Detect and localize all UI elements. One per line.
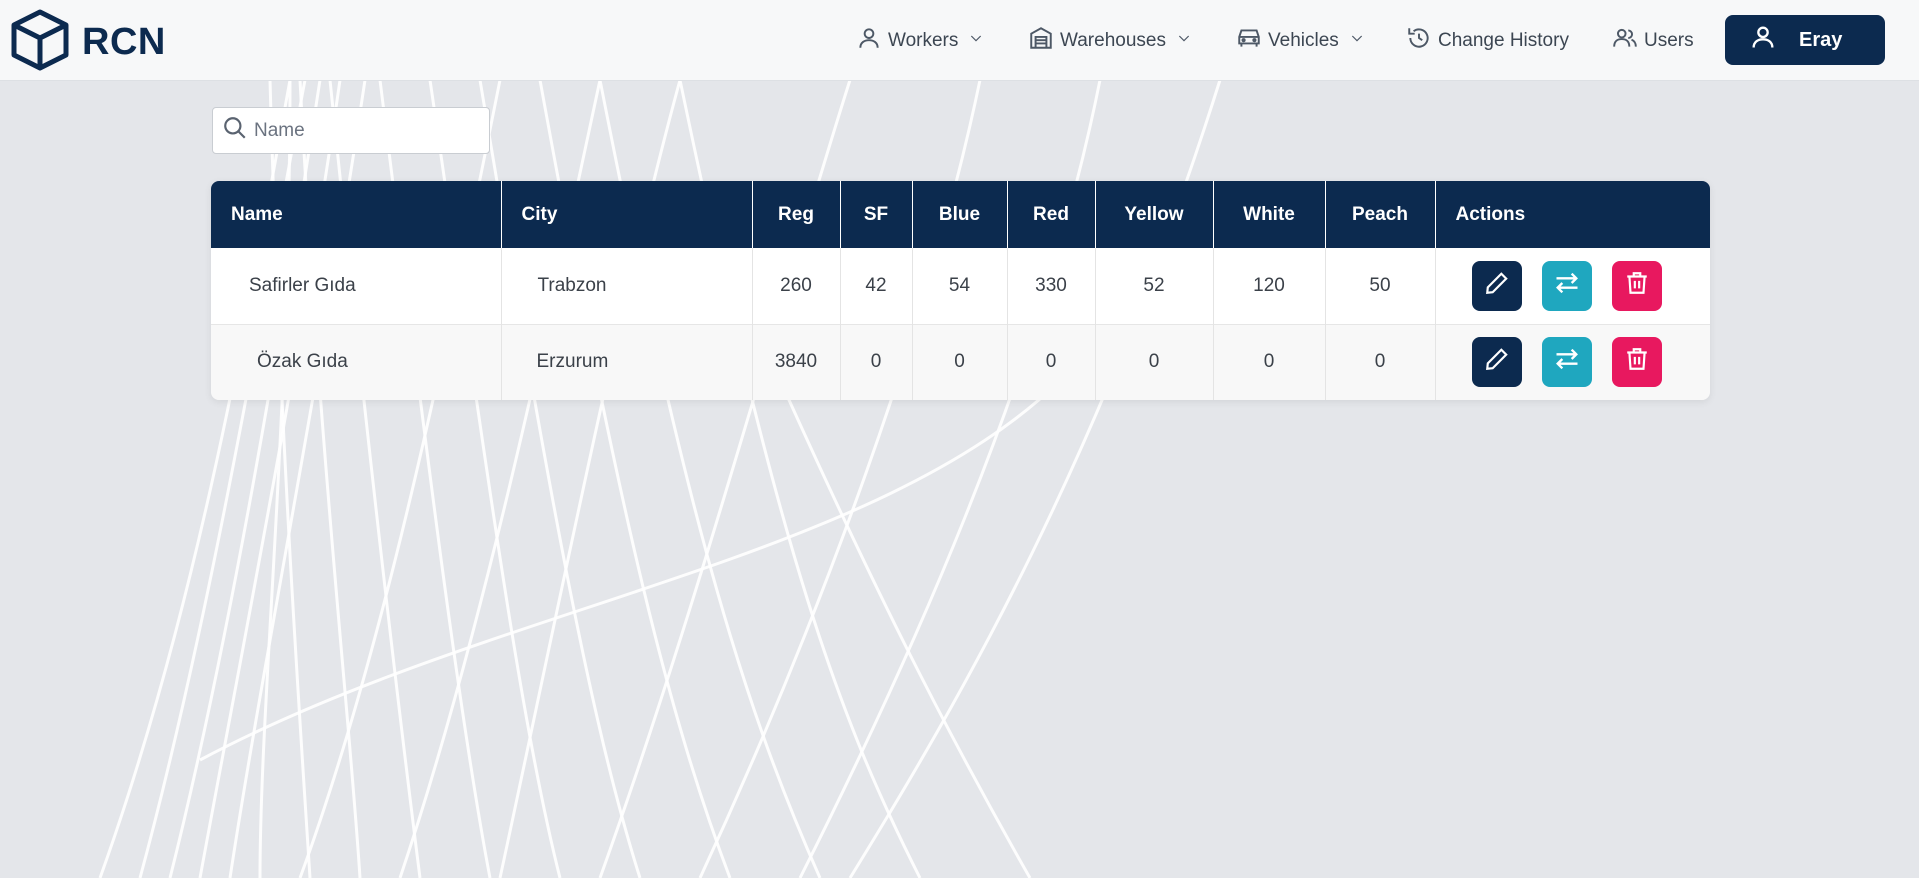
nav-vehicles-label: Vehicles [1268, 30, 1339, 51]
column-header-sf[interactable]: SF [840, 181, 913, 248]
app-logo[interactable]: RCN [8, 8, 166, 77]
column-header-city[interactable]: City [501, 181, 753, 248]
cell-blue: 0 [912, 324, 1008, 400]
cell-reg: 260 [752, 248, 841, 324]
history-icon [1406, 25, 1432, 57]
user-menu-button[interactable]: Eray [1725, 15, 1885, 65]
arrows-transfer-icon [1553, 345, 1581, 379]
cell-actions [1435, 248, 1710, 324]
nav-change-history[interactable]: Change History [1406, 24, 1569, 58]
trash-icon [1624, 346, 1650, 378]
nav-vehicles[interactable]: Vehicles [1236, 24, 1365, 58]
delete-button[interactable] [1611, 260, 1662, 311]
top-navbar: RCN Workers Warehouses Vehicles Change H… [0, 0, 1919, 81]
cell-sf: 0 [840, 324, 913, 400]
user-name: Eray [1799, 28, 1843, 51]
nav-warehouses-label: Warehouses [1060, 30, 1166, 51]
column-header-name[interactable]: Name [211, 181, 502, 248]
warehouse-icon [1028, 25, 1054, 57]
table-row: Safirler Gıda Trabzon 260 42 54 330 52 1… [211, 248, 1710, 324]
table-header-row: Name City Reg SF Blue Red Yellow White P… [211, 181, 1710, 248]
cell-yellow: 52 [1095, 248, 1214, 324]
column-header-actions: Actions [1455, 203, 1526, 225]
cell-actions [1435, 324, 1710, 400]
person-icon [1725, 23, 1777, 57]
cell-city: Trabzon [501, 248, 753, 324]
cell-red: 0 [1007, 324, 1096, 400]
delete-button[interactable] [1611, 337, 1662, 388]
cell-white: 120 [1213, 248, 1326, 324]
column-header-reg[interactable]: Reg [752, 181, 841, 248]
cell-red: 330 [1007, 248, 1096, 324]
nav-users[interactable]: Users [1612, 24, 1694, 58]
chevron-down-icon [1349, 30, 1365, 52]
nav-workers[interactable]: Workers [856, 24, 984, 58]
nav-change-history-label: Change History [1438, 30, 1569, 51]
column-header-blue[interactable]: Blue [912, 181, 1008, 248]
cell-yellow: 0 [1095, 324, 1214, 400]
warehouse-table: Name City Reg SF Blue Red Yellow White P… [211, 181, 1710, 400]
cube-icon [8, 8, 72, 77]
nav-workers-label: Workers [888, 30, 959, 51]
cell-name: Özak Gıda [211, 324, 502, 400]
edit-button[interactable] [1471, 337, 1522, 388]
column-header-white[interactable]: White [1213, 181, 1326, 248]
pencil-icon [1484, 270, 1510, 302]
users-icon [1612, 25, 1638, 57]
cell-blue: 54 [912, 248, 1008, 324]
cell-peach: 0 [1325, 324, 1436, 400]
car-icon [1236, 25, 1262, 57]
trash-icon [1624, 270, 1650, 302]
person-icon [856, 25, 882, 57]
nav-warehouses[interactable]: Warehouses [1028, 24, 1192, 58]
cell-reg: 3840 [752, 324, 841, 400]
edit-button[interactable] [1471, 260, 1522, 311]
cell-name: Safirler Gıda [211, 248, 502, 324]
pencil-icon [1484, 346, 1510, 378]
transfer-button[interactable] [1541, 260, 1592, 311]
table-row: Özak Gıda Erzurum 3840 0 0 0 0 0 0 [211, 324, 1710, 400]
logo-text: RCN [82, 21, 166, 63]
transfer-button[interactable] [1541, 337, 1592, 388]
column-header-yellow[interactable]: Yellow [1095, 181, 1214, 248]
cell-white: 0 [1213, 324, 1326, 400]
cell-sf: 42 [840, 248, 913, 324]
search-icon [213, 115, 248, 146]
search-box [212, 107, 490, 154]
arrows-transfer-icon [1553, 269, 1581, 303]
cell-peach: 50 [1325, 248, 1436, 324]
column-header-peach[interactable]: Peach [1325, 181, 1436, 248]
column-header-red[interactable]: Red [1007, 181, 1096, 248]
cell-city: Erzurum [501, 324, 753, 400]
chevron-down-icon [1176, 30, 1192, 52]
chevron-down-icon [968, 30, 984, 52]
search-input[interactable] [254, 119, 474, 142]
nav-users-label: Users [1644, 30, 1694, 51]
